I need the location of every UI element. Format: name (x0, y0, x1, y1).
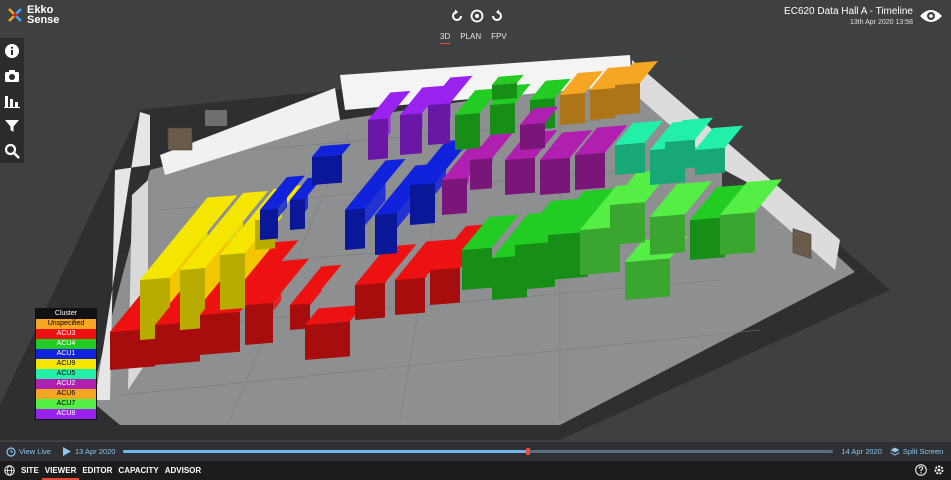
filter-icon (5, 119, 19, 132)
split-screen-button[interactable]: Split Screen (890, 447, 943, 457)
view-live-button[interactable]: View Live (6, 446, 51, 457)
tab-advisor[interactable]: ADVISOR (162, 461, 204, 480)
clock-icon (6, 446, 16, 457)
ekkosense-logo: Ekko Sense (6, 5, 60, 26)
globe-button[interactable] (4, 465, 15, 476)
tab-plan[interactable]: PLAN (460, 32, 481, 44)
door (167, 127, 193, 151)
reset-view-icon (470, 9, 484, 23)
timeline-progress (123, 450, 529, 453)
ekkosense-logo-icon (8, 8, 22, 22)
rotate-left-button[interactable] (449, 8, 465, 24)
rotate-right-button[interactable] (489, 8, 505, 24)
cluster-legend: Cluster Unspecified ACU3 ACU4 ACU1 ACU9 ACU5 A… (35, 308, 97, 420)
search-icon (4, 143, 20, 159)
timeline-slider[interactable] (123, 448, 834, 455)
brand-line-2: Sense (27, 14, 60, 26)
view-live-label: View Live (19, 447, 51, 456)
camera-button[interactable] (0, 63, 24, 88)
legend-item-acu4[interactable]: ACU4 (36, 339, 96, 349)
timeline-end-date: 14 Apr 2020 (841, 447, 882, 456)
globe-icon (4, 465, 15, 476)
help-icon[interactable] (915, 464, 927, 476)
rotate-right-icon (492, 9, 502, 21)
legend-item-acu3[interactable]: ACU3 (36, 329, 96, 339)
tab-site[interactable]: SITE (18, 461, 42, 480)
tab-capacity[interactable]: CAPACITY (115, 461, 161, 480)
play-button[interactable] (62, 447, 71, 456)
tab-viewer[interactable]: VIEWER (41, 461, 80, 480)
legend-item-unspecified[interactable]: Unspecified (36, 319, 96, 329)
eye-icon[interactable] (919, 8, 943, 24)
legend-item-acu5[interactable]: ACU5 (36, 369, 96, 379)
info-button[interactable] (0, 38, 24, 63)
tab-3d[interactable]: 3D (440, 32, 451, 44)
legend-title: Cluster (36, 309, 96, 319)
camera-icon (5, 69, 19, 82)
data-hall-3d-scene[interactable] (0, 0, 951, 442)
hall-title-block: EC620 Data Hall A - Timeline 13th Apr 20… (784, 6, 913, 26)
hall-title: EC620 Data Hall A - Timeline (784, 6, 913, 17)
play-icon (62, 447, 71, 456)
gear-icon[interactable] (933, 464, 945, 476)
bottom-nav: SITE VIEWER EDITOR CAPACITY ADVISOR (0, 461, 951, 480)
filter-button[interactable] (0, 113, 24, 138)
timeline-start-date: 13 Apr 2020 (74, 447, 116, 456)
legend-item-acu1[interactable]: ACU1 (36, 349, 96, 359)
split-screen-label: Split Screen (902, 447, 944, 456)
bar-chart-icon (4, 95, 20, 108)
legend-item-acu6[interactable]: ACU6 (36, 389, 96, 399)
tab-editor[interactable]: EDITOR (79, 461, 115, 480)
view-mode-tabs: 3D PLAN FPV (440, 32, 507, 44)
bottom-right-icons (915, 464, 945, 476)
legend-item-acu2[interactable]: ACU2 (36, 379, 96, 389)
legend-item-acu9[interactable]: ACU9 (36, 359, 96, 369)
camera-controls (449, 8, 505, 24)
legend-item-acu8[interactable]: ACU8 (36, 409, 96, 419)
tab-fpv[interactable]: FPV (491, 32, 507, 44)
hall-timestamp: 13th Apr 2020 13:58 (849, 19, 913, 26)
search-button[interactable] (0, 138, 24, 163)
crac-unit (205, 110, 227, 126)
3d-viewport[interactable] (0, 0, 951, 442)
layers-icon (890, 447, 900, 456)
timeline-handle[interactable] (526, 448, 531, 455)
analytics-button[interactable] (0, 88, 24, 113)
legend-item-acu7[interactable]: ACU7 (36, 399, 96, 409)
info-icon (5, 43, 19, 58)
reset-view-button[interactable] (469, 8, 485, 24)
left-toolbar (0, 38, 24, 163)
timeline-bar: View Live 13 Apr 2020 14 Apr 2020 Split … (0, 442, 951, 461)
rotate-left-icon (452, 9, 462, 21)
